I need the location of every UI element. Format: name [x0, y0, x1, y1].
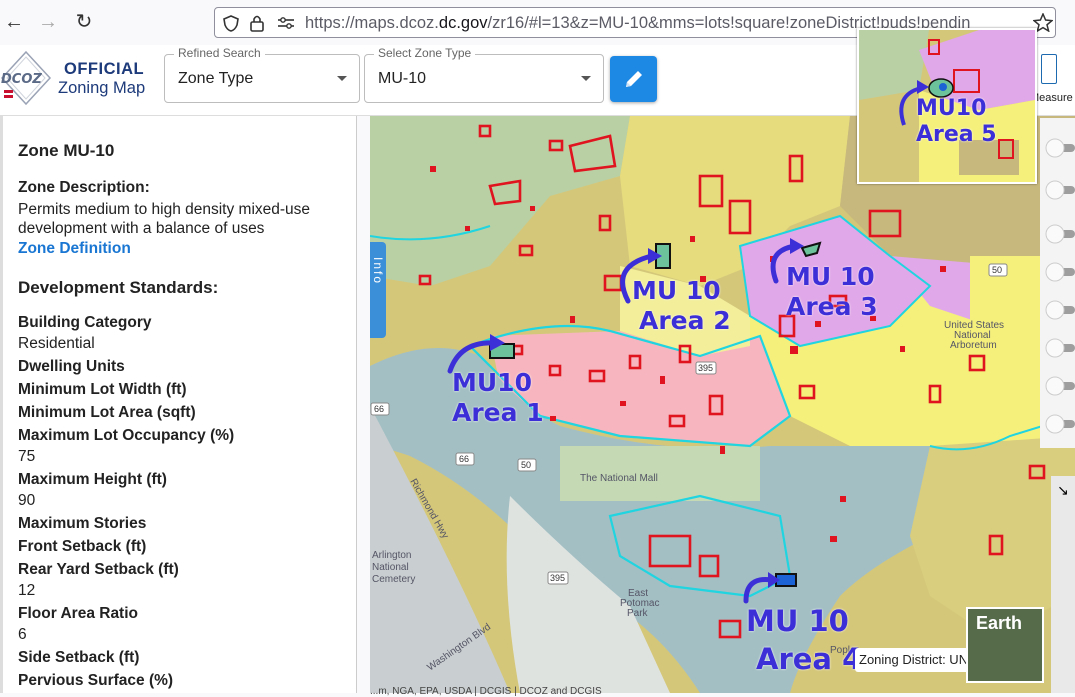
- lock-icon: [250, 15, 264, 32]
- road-shield-395: 395: [550, 573, 565, 583]
- standard-label: Minimum Lot Area (sqft): [18, 404, 196, 421]
- standard-label: Building Category: [18, 314, 152, 331]
- back-icon[interactable]: ←: [2, 10, 26, 34]
- ruler-icon[interactable]: [1041, 54, 1057, 84]
- permissions-icon[interactable]: [277, 16, 295, 30]
- standard-label: Maximum Lot Occupancy (%): [18, 427, 235, 444]
- mu10-area3-annotation: MU 10 Area 3: [786, 262, 878, 321]
- standard-label: Floor Area Ratio: [18, 605, 138, 622]
- info-tab[interactable]: Info: [370, 242, 386, 338]
- zone-type-value: MU-10: [378, 70, 427, 87]
- mu10-area4-annotation: MU 10 Area 4: [746, 604, 863, 676]
- zone-description-heading: Zone Description:: [18, 179, 150, 196]
- zone-type-select[interactable]: Select Zone Type MU-10: [364, 46, 604, 103]
- refined-search-select[interactable]: Refined Search Zone Type: [164, 46, 360, 103]
- panel-scrollbar[interactable]: [0, 116, 3, 693]
- zone-title: Zone MU-10: [18, 141, 115, 160]
- zone-description-line: Permits medium to high density mixed-use: [18, 201, 311, 218]
- standard-value: 6: [18, 626, 27, 643]
- standard-label: Rear Yard Setback (ft): [18, 561, 179, 578]
- zone-info-panel: Zone MU-10 Zone Description: Permits med…: [0, 116, 357, 693]
- road-shield-395: 395: [698, 363, 713, 373]
- pencil-icon: [626, 71, 642, 87]
- overview-inset-map[interactable]: MU10 Area 5: [857, 28, 1037, 184]
- zone-type-label: Select Zone Type: [374, 46, 476, 60]
- standard-label: Dwelling Units: [18, 358, 125, 375]
- zone-definition-link[interactable]: Zone Definition: [18, 240, 131, 258]
- standard-label: Minimum Lot Width (ft): [18, 381, 187, 398]
- map-attribution: ...m, NGA, EPA, USDA | DCGIS | DCOZ and …: [370, 686, 602, 697]
- standard-label: Pervious Surface (%): [18, 672, 174, 689]
- road-shield-66: 66: [459, 454, 469, 464]
- mu10-area2-annotation: MU 10 Area 2: [632, 276, 731, 335]
- road-shield-50: 50: [521, 460, 531, 470]
- label-arboretum: Arboretum: [950, 340, 997, 351]
- map-side-panel[interactable]: ↘: [1051, 476, 1075, 693]
- shield-icon: [223, 15, 239, 32]
- road-shield-66: 66: [374, 404, 384, 414]
- dropdown-arrow-icon: [581, 76, 591, 81]
- info-tab-label: Info: [371, 257, 385, 286]
- label-arlington: Cemetery: [372, 574, 415, 585]
- basemap-label: Earth: [976, 613, 1023, 633]
- refined-search-value: Zone Type: [178, 70, 254, 87]
- label-national-mall: The National Mall: [580, 473, 658, 484]
- svg-text:DCOZ: DCOZ: [1, 72, 42, 87]
- layer-toggles: [1045, 138, 1075, 434]
- basemap-toggle-earth[interactable]: Earth: [966, 607, 1044, 683]
- refined-search-label: Refined Search: [174, 46, 265, 60]
- edit-button[interactable]: [610, 56, 657, 102]
- standard-label: Side Setback (ft): [18, 649, 140, 666]
- standard-value: Residential: [18, 335, 95, 352]
- mu10-area5-annotation: MU10 Area 5: [916, 96, 997, 147]
- dcoz-logo: DCOZ: [0, 50, 52, 106]
- dropdown-arrow-icon: [337, 76, 347, 81]
- road-shield-50: 50: [992, 265, 1002, 275]
- standard-value: 90: [18, 492, 36, 509]
- standard-value: 12: [18, 582, 36, 599]
- collapse-arrow-icon[interactable]: ↘: [1057, 482, 1069, 499]
- label-arlington: Arlington: [372, 550, 411, 561]
- standard-value: 75: [18, 448, 36, 465]
- label-arlington: National: [372, 562, 409, 573]
- standard-label: Front Setback (ft): [18, 538, 147, 555]
- layer-toggle-panel: [1040, 118, 1075, 448]
- app-title-zoning-map: Zoning Map: [58, 79, 146, 97]
- reload-icon[interactable]: ↻: [72, 10, 96, 34]
- mu10-area1-annotation: MU10 Area 1: [452, 368, 544, 427]
- standard-label: Maximum Height (ft): [18, 471, 167, 488]
- forward-icon[interactable]: →: [36, 10, 60, 34]
- label-east-potomac: Park: [627, 608, 649, 619]
- app-title-official: OFFICIAL: [64, 60, 145, 78]
- standard-label: Maximum Stories: [18, 515, 147, 532]
- zone-description-line: development with a balance of uses: [18, 220, 265, 237]
- development-standards-heading: Development Standards:: [18, 278, 219, 297]
